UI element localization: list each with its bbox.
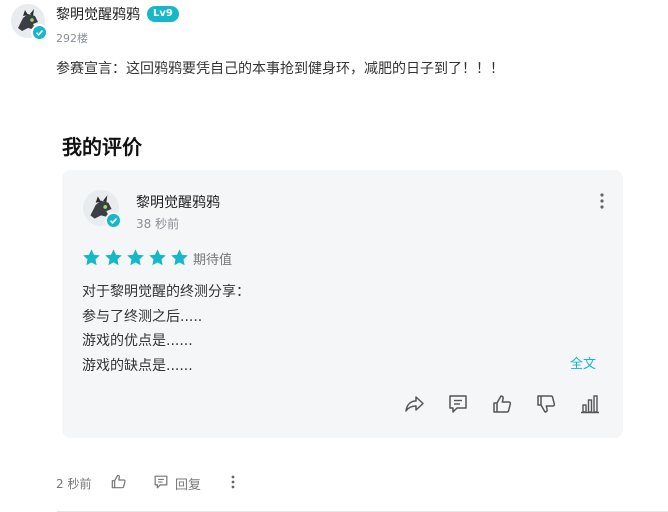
rating-stars xyxy=(82,248,192,267)
post-author-name[interactable]: 黎明觉醒鸦鸦 xyxy=(56,4,140,24)
star-icon xyxy=(149,249,166,266)
footer-like-icon[interactable] xyxy=(110,473,127,490)
review-line: 游戏的优点是...... xyxy=(82,333,193,349)
stats-icon[interactable] xyxy=(579,393,601,415)
verified-badge-icon xyxy=(31,24,48,41)
footer-reply-button[interactable]: 回复 xyxy=(175,474,201,493)
review-author-name[interactable]: 黎明觉醒鸦鸦 xyxy=(136,192,220,212)
floor-number: 292楼 xyxy=(56,32,88,45)
level-badge: Lv9 xyxy=(147,6,179,22)
thumbs-up-icon[interactable] xyxy=(491,393,513,415)
review-line: 对于黎明觉醒的终测分享： xyxy=(82,284,250,300)
footer-time: 2 秒前 xyxy=(56,477,92,491)
star-icon xyxy=(105,249,122,266)
review-line: 参与了终测之后..... xyxy=(82,308,203,325)
section-title: 我的评价 xyxy=(62,135,142,159)
full-text-link[interactable]: 全文 xyxy=(570,353,596,372)
comment-icon[interactable] xyxy=(447,393,469,415)
review-text: 对于黎明觉醒的终测分享： 参与了终测之后..... 游戏的优点是...... 游… xyxy=(82,280,250,378)
review-line: 游戏的缺点是...... xyxy=(82,357,193,374)
thumbs-down-icon[interactable] xyxy=(535,393,557,415)
review-avatar[interactable] xyxy=(83,190,122,229)
footer-reply-icon[interactable] xyxy=(153,474,169,490)
post-content: 参赛宣言：这回鸦鸦要凭自己的本事抢到健身环，减肥的日子到了！！！ xyxy=(56,61,504,77)
star-icon xyxy=(83,249,100,266)
more-options-icon[interactable] xyxy=(598,192,606,210)
rating-label: 期待值 xyxy=(193,253,233,268)
share-icon[interactable] xyxy=(403,393,425,415)
review-card[interactable]: 黎明觉醒鸦鸦 38 秒前 期待值 对于黎明觉醒的终测分享： 参与了终测之后...… xyxy=(62,170,623,438)
verified-badge-icon xyxy=(105,212,122,229)
post-avatar[interactable] xyxy=(11,4,48,41)
star-icon xyxy=(171,249,188,266)
star-icon xyxy=(127,249,144,266)
footer-more-icon[interactable] xyxy=(229,474,237,490)
review-time: 38 秒前 xyxy=(136,217,180,231)
